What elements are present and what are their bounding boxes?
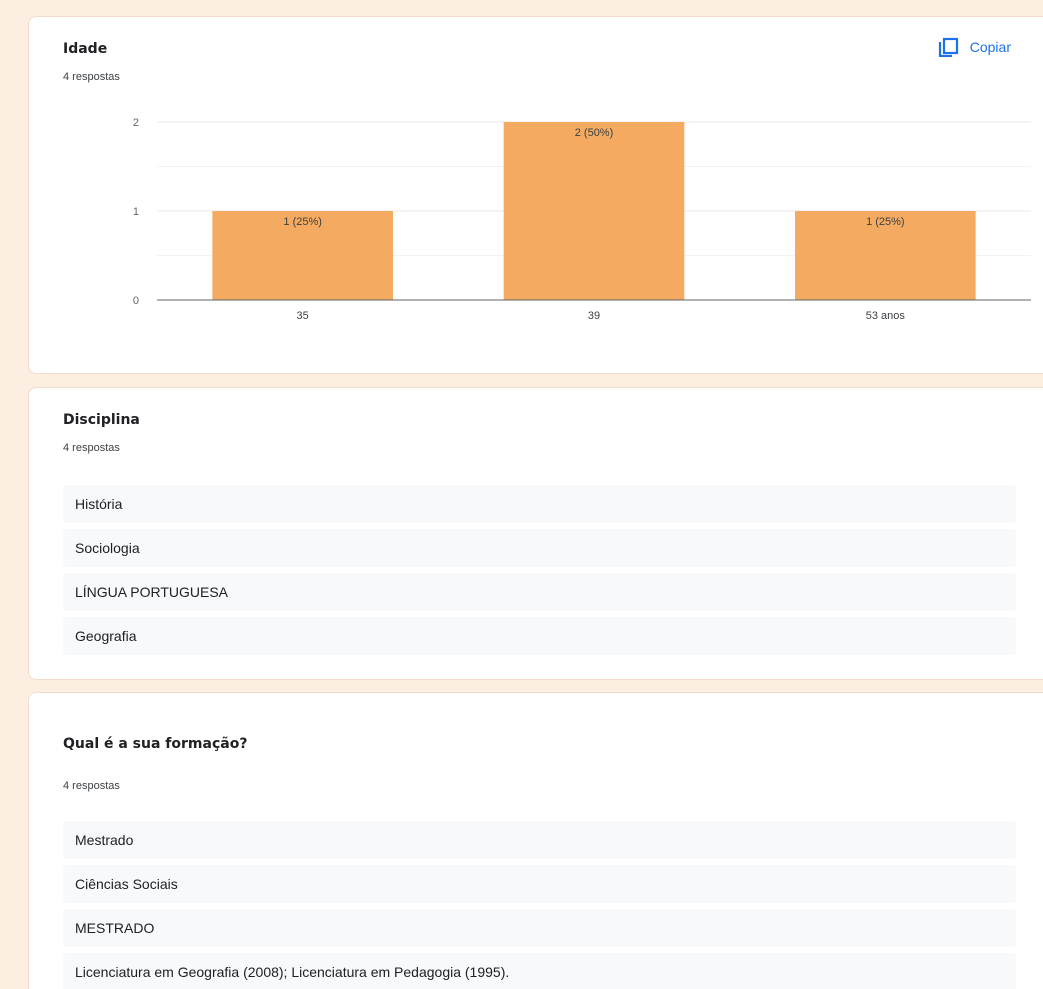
response-item: MESTRADO	[63, 909, 1016, 947]
question-title: Qual é a sua formação?	[63, 736, 248, 752]
bar-chart: 0 1 2 1 (25%) 35 2 (50%) 39 1 (25%) 53 anos	[133, 117, 1031, 322]
response-item: Licenciatura em Geografia (2008); Licenc…	[63, 953, 1016, 989]
data-label: 2 (50%)	[575, 127, 614, 139]
response-item: Mestrado	[63, 821, 1016, 859]
y-tick-label: 2	[133, 117, 139, 129]
data-label: 1 (25%)	[283, 216, 322, 228]
page: Idade 4 respostas Copiar 0121 (25%) 35 2 (…	[0, 0, 1043, 989]
response-count: 4 respostas	[63, 780, 120, 792]
x-tick-label: 53 anos	[866, 310, 906, 322]
response-item: Geografia	[63, 617, 1016, 655]
response-item: História	[63, 485, 1016, 523]
response-list: Mestrado Ciências Sociais MESTRADO Licen…	[63, 821, 1016, 989]
question-title: Disciplina	[63, 412, 140, 428]
question-card-idade: Idade 4 respostas Copiar 0121 (25%) 35 2 (…	[28, 16, 1043, 374]
x-tick-label: 35	[297, 310, 309, 322]
data-label: 1 (25%)	[866, 216, 905, 228]
response-item: Sociologia	[63, 529, 1016, 567]
bar	[503, 122, 685, 300]
response-item: LÍNGUA PORTUGUESA	[63, 573, 1016, 611]
response-list: História Sociologia LÍNGUA PORTUGUESA Ge…	[63, 485, 1016, 661]
y-tick-label: 0	[133, 295, 139, 307]
y-tick-label: 1	[133, 206, 139, 218]
question-card-formacao: Qual é a sua formação? 4 respostas Mestr…	[28, 692, 1043, 989]
response-count: 4 respostas	[63, 442, 120, 454]
response-item: Ciências Sociais	[63, 865, 1016, 903]
question-card-disciplina: Disciplina 4 respostas História Sociolog…	[28, 387, 1043, 680]
x-tick-label: 39	[588, 310, 600, 322]
